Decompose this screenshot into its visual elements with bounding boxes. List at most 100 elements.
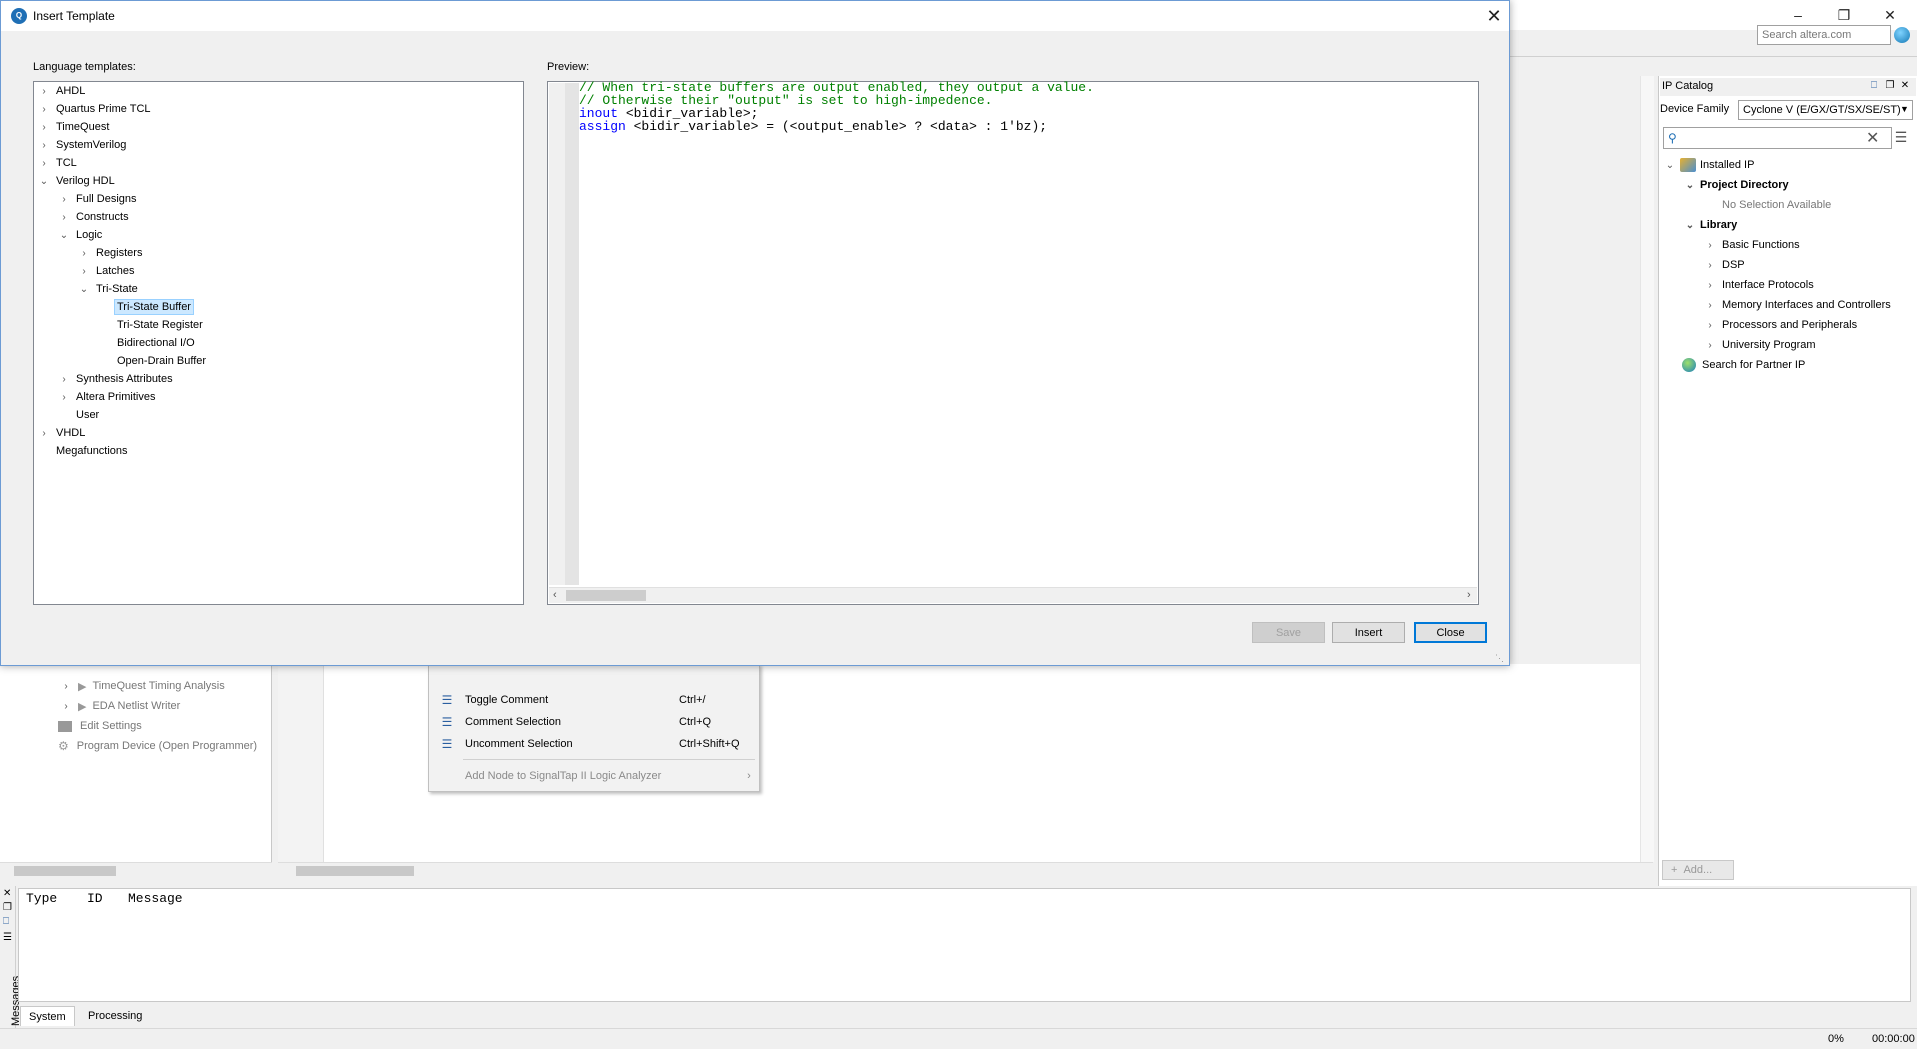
chevron-right-icon[interactable]: › bbox=[38, 428, 50, 439]
close-icon[interactable]: ✕ bbox=[3, 888, 11, 899]
device-family-select[interactable]: Cyclone V (E/GX/GT/SX/SE/ST) bbox=[1738, 100, 1913, 120]
editor-vscrollbar[interactable] bbox=[1640, 76, 1654, 862]
chevron-right-icon[interactable]: › bbox=[58, 212, 70, 223]
resize-grip-icon[interactable]: ⋱ bbox=[1495, 653, 1504, 664]
editor-hscrollbar[interactable] bbox=[278, 862, 1653, 880]
library-item[interactable]: › University Program bbox=[1704, 335, 1815, 355]
chevron-right-icon[interactable]: › bbox=[1704, 240, 1716, 251]
tree-node-verilog-hdl[interactable]: ⌄ Verilog HDL bbox=[38, 172, 115, 190]
chevron-right-icon[interactable]: › bbox=[78, 248, 90, 259]
tree-node-user[interactable]: User bbox=[76, 406, 99, 424]
play-icon[interactable]: ▶ bbox=[78, 700, 86, 713]
tree-project-directory[interactable]: ⌄ Project Directory bbox=[1684, 175, 1789, 195]
tree-node-logic[interactable]: ⌄ Logic bbox=[58, 226, 103, 244]
scroll-right-icon[interactable]: › bbox=[1467, 589, 1471, 601]
add-ip-button[interactable]: + Add... bbox=[1662, 860, 1734, 880]
tree-node-constructs[interactable]: › Constructs bbox=[58, 208, 128, 226]
chevron-down-icon[interactable]: ⌄ bbox=[38, 176, 50, 187]
tree-node-bidirectional-io[interactable]: Bidirectional I/O bbox=[117, 334, 195, 352]
tasks-scroll-thumb[interactable] bbox=[14, 866, 116, 876]
chevron-right-icon[interactable]: › bbox=[38, 122, 50, 133]
tree-node-timequest[interactable]: › TimeQuest bbox=[38, 118, 109, 136]
tree-node-tcl[interactable]: › TCL bbox=[38, 154, 76, 172]
library-item[interactable]: › DSP bbox=[1704, 255, 1744, 275]
chevron-right-icon[interactable]: › bbox=[1704, 340, 1716, 351]
clear-search-icon[interactable]: ✕ bbox=[1866, 128, 1879, 148]
tree-node-systemverilog[interactable]: › SystemVerilog bbox=[38, 136, 126, 154]
chevron-right-icon[interactable]: › bbox=[58, 194, 70, 205]
pin-icon[interactable]: ⎕ bbox=[1868, 80, 1880, 92]
chevron-right-icon[interactable]: › bbox=[58, 392, 70, 403]
chevron-right-icon[interactable]: › bbox=[38, 86, 50, 97]
chevron-right-icon[interactable]: › bbox=[38, 104, 50, 115]
chevron-down-icon[interactable]: ⌄ bbox=[1684, 220, 1696, 231]
tree-node-ahdl[interactable]: › AHDL bbox=[38, 82, 85, 100]
menu-item-toggle-comment[interactable]: ☰ Toggle Comment Ctrl+/ bbox=[429, 689, 759, 711]
chevron-down-icon[interactable]: ⌄ bbox=[1664, 160, 1676, 171]
editor-scroll-thumb[interactable] bbox=[296, 866, 414, 876]
tree-node-tri-state[interactable]: ⌄ Tri-State bbox=[78, 280, 138, 298]
tree-node-altera-primitives[interactable]: › Altera Primitives bbox=[58, 388, 155, 406]
column-header-type[interactable]: Type bbox=[26, 891, 57, 906]
library-item[interactable]: › Memory Interfaces and Controllers bbox=[1704, 295, 1890, 315]
menu-icon[interactable]: ☰ bbox=[1892, 129, 1910, 147]
library-item[interactable]: › Processors and Peripherals bbox=[1704, 315, 1857, 335]
float-icon[interactable]: ❐ bbox=[1884, 80, 1896, 92]
preview-hscrollbar[interactable] bbox=[549, 587, 1477, 603]
chevron-right-icon[interactable]: › bbox=[38, 140, 50, 151]
dialog-close-icon[interactable]: ✕ bbox=[1481, 4, 1507, 28]
menu-item-uncomment-selection[interactable]: ☰ Uncomment Selection Ctrl+Shift+Q bbox=[429, 733, 759, 755]
chevron-right-icon[interactable]: › bbox=[1704, 320, 1716, 331]
language-templates-tree[interactable]: › AHDL › Quartus Prime TCL › TimeQuest › Sys… bbox=[33, 81, 524, 605]
menu-item-signaltap[interactable]: Add Node to SignalTap II Logic Analyzer … bbox=[429, 765, 759, 787]
tree-node-registers[interactable]: › Registers bbox=[78, 244, 142, 262]
menu-item-comment-selection[interactable]: ☰ Comment Selection Ctrl+Q bbox=[429, 711, 759, 733]
chevron-down-icon[interactable]: ⌄ bbox=[78, 284, 90, 295]
search-partner-ip[interactable]: Search for Partner IP bbox=[1682, 355, 1805, 375]
library-item[interactable]: › Basic Functions bbox=[1704, 235, 1799, 255]
scroll-left-icon[interactable]: ‹ bbox=[553, 589, 557, 601]
chevron-right-icon[interactable]: › bbox=[1704, 280, 1716, 291]
messages-list[interactable] bbox=[18, 888, 1911, 1002]
tree-node-latches[interactable]: › Latches bbox=[78, 262, 134, 280]
chevron-right-icon[interactable]: › bbox=[1704, 300, 1716, 311]
tab-processing[interactable]: Processing bbox=[80, 1006, 150, 1026]
chevron-down-icon[interactable]: ⌄ bbox=[1684, 180, 1696, 191]
column-header-message[interactable]: Message bbox=[128, 891, 183, 906]
tree-node-full-designs[interactable]: › Full Designs bbox=[58, 190, 136, 208]
tree-node-tri-state-register[interactable]: Tri-State Register bbox=[117, 316, 203, 334]
tree-node-tri-state-buffer[interactable]: Tri-State Buffer bbox=[114, 298, 194, 316]
chevron-right-icon[interactable]: › bbox=[60, 701, 72, 712]
float-icon[interactable]: ❐ bbox=[3, 902, 12, 913]
insert-button[interactable]: Insert bbox=[1332, 622, 1405, 643]
tree-node-vhdl[interactable]: › VHDL bbox=[38, 424, 85, 442]
chevron-down-icon[interactable]: ⌄ bbox=[58, 230, 70, 241]
tree-node-synthesis-attributes[interactable]: › Synthesis Attributes bbox=[58, 370, 172, 388]
close-button[interactable]: Close bbox=[1414, 622, 1487, 643]
tree-node-megafunctions[interactable]: Megafunctions bbox=[56, 442, 128, 460]
library-item[interactable]: › Interface Protocols bbox=[1704, 275, 1813, 295]
chevron-down-icon[interactable]: ▼ bbox=[1900, 104, 1909, 114]
preview-scroll-thumb[interactable] bbox=[566, 590, 646, 601]
play-icon[interactable]: ▶ bbox=[78, 680, 86, 693]
tree-node-quartus-tcl[interactable]: › Quartus Prime TCL bbox=[38, 100, 150, 118]
save-button[interactable]: Save bbox=[1252, 622, 1325, 643]
chevron-right-icon[interactable]: › bbox=[60, 681, 72, 692]
chevron-right-icon[interactable]: › bbox=[1704, 260, 1716, 271]
tree-installed-ip[interactable]: ⌄ Installed IP bbox=[1664, 155, 1754, 175]
tree-node-open-drain-buffer[interactable]: Open-Drain Buffer bbox=[117, 352, 206, 370]
chevron-right-icon[interactable]: › bbox=[58, 374, 70, 385]
task-item[interactable]: › ▶ EDA Netlist Writer bbox=[60, 696, 180, 716]
pin-icon[interactable]: ⎕ bbox=[3, 916, 9, 927]
tree-library[interactable]: ⌄ Library bbox=[1684, 215, 1738, 235]
task-item[interactable]: ⚙ Program Device (Open Programmer) bbox=[58, 736, 257, 756]
chevron-right-icon[interactable]: › bbox=[78, 266, 90, 277]
panel-close-icon[interactable]: ✕ bbox=[1899, 80, 1911, 92]
template-preview[interactable] bbox=[547, 81, 1479, 605]
menu-icon[interactable]: ☰ bbox=[3, 932, 12, 943]
task-item[interactable]: › ▶ TimeQuest Timing Analysis bbox=[60, 676, 224, 696]
globe-icon[interactable] bbox=[1894, 27, 1910, 43]
ip-search-input[interactable]: ⚲ bbox=[1663, 127, 1892, 149]
tab-system[interactable]: System bbox=[20, 1006, 75, 1026]
altera-search-input[interactable]: Search altera.com bbox=[1757, 25, 1891, 45]
